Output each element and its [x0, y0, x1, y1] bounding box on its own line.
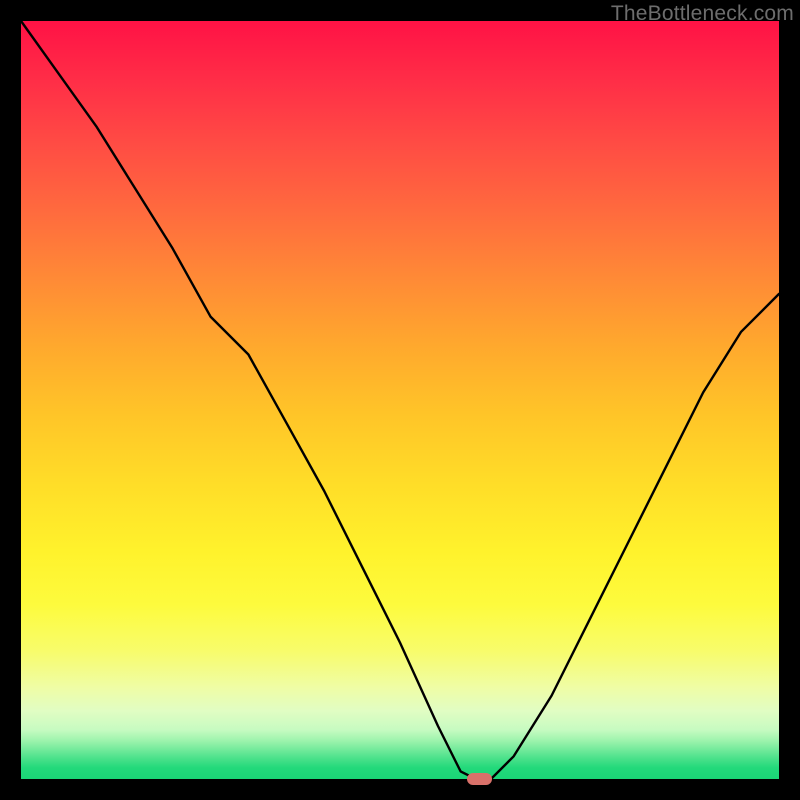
bottleneck-curve [21, 21, 779, 779]
watermark-text: TheBottleneck.com [611, 2, 794, 26]
plot-area [21, 21, 779, 779]
chart-frame: TheBottleneck.com [0, 0, 800, 800]
optimal-marker [467, 773, 491, 786]
